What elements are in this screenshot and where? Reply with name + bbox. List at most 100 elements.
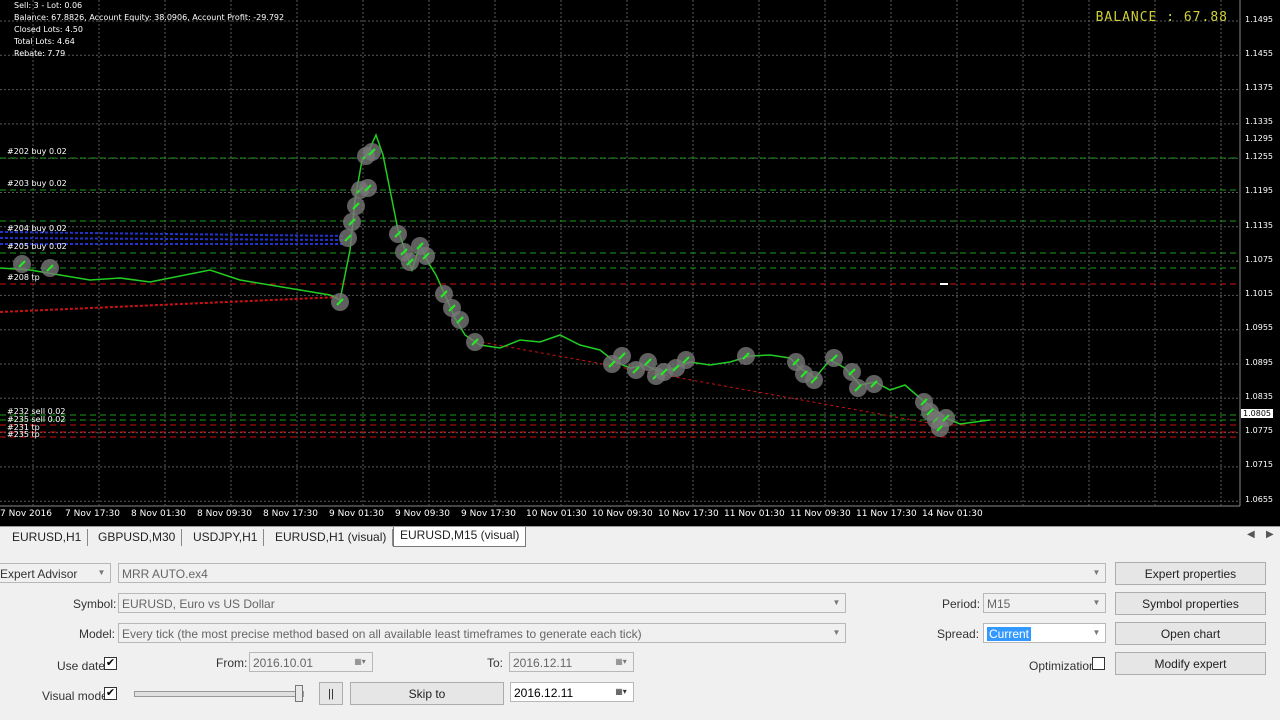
tester-type-value: Expert Advisor bbox=[0, 567, 78, 581]
visual-mode-checkbox[interactable]: ✔ bbox=[104, 687, 117, 700]
model-label: Model: bbox=[79, 627, 116, 641]
chevron-down-icon: ▼ bbox=[832, 628, 841, 637]
period-select[interactable]: M15 ▼ bbox=[983, 593, 1106, 613]
skip-to-date-field[interactable]: 2016.12.11 ▦▾ bbox=[510, 682, 634, 702]
tab-eurusd-m15-visual[interactable]: EURUSD,M15 (visual) bbox=[393, 527, 527, 547]
price-axis-label: 1.1375 bbox=[1245, 83, 1273, 92]
tab-eurusd-h1-visual[interactable]: EURUSD,H1 (visual) bbox=[269, 529, 394, 546]
time-axis-label: 14 Nov 01:30 bbox=[922, 509, 983, 519]
price-axis-label: 1.1015 bbox=[1245, 289, 1273, 298]
balance-readout: BALANCE : 67.88 bbox=[1095, 10, 1228, 25]
calendar-icon[interactable]: ▦▾ bbox=[610, 654, 632, 670]
time-axis-label: 11 Nov 17:30 bbox=[856, 509, 917, 519]
tab-gbpusd-m30[interactable]: GBPUSD,M30 bbox=[92, 529, 183, 546]
to-date-value: 2016.12.11 bbox=[513, 656, 573, 670]
price-axis-label: 1.1495 bbox=[1245, 15, 1273, 24]
trend-line bbox=[0, 296, 341, 313]
symbol-properties-button[interactable]: Symbol properties bbox=[1115, 592, 1266, 615]
spread-label: Spread: bbox=[937, 627, 980, 641]
from-date-field[interactable]: 2016.10.01 ▦▾ bbox=[249, 652, 373, 672]
tab-scroll-left-icon[interactable]: ◀ bbox=[1247, 529, 1255, 540]
time-axis-label: 10 Nov 01:30 bbox=[526, 509, 587, 519]
from-date-value: 2016.10.01 bbox=[253, 656, 314, 670]
time-axis-label: 9 Nov 01:30 bbox=[329, 509, 384, 519]
time-axis-label: 8 Nov 01:30 bbox=[131, 509, 186, 519]
tab-eurusd-h1[interactable]: EURUSD,H1 bbox=[6, 529, 89, 546]
use-date-checkbox[interactable]: ✔ bbox=[104, 657, 117, 670]
info-line: Closed Lots: 4.50 bbox=[14, 25, 83, 34]
symbol-label: Symbol: bbox=[73, 597, 117, 611]
optimization-label: Optimization bbox=[1029, 659, 1096, 673]
symbol-value: EURUSD, Euro vs US Dollar bbox=[122, 597, 275, 611]
price-axis-label: 1.1455 bbox=[1245, 49, 1273, 58]
price-axis-label: 1.0715 bbox=[1245, 460, 1273, 469]
price-axis-label: 1.1075 bbox=[1245, 255, 1273, 264]
chevron-down-icon: ▼ bbox=[832, 598, 841, 607]
info-line: Total Lots: 4.64 bbox=[14, 37, 75, 46]
time-axis-label: 11 Nov 09:30 bbox=[790, 509, 851, 519]
price-axis-label: 1.0895 bbox=[1245, 358, 1273, 367]
current-price-label: 1.0805 bbox=[1241, 409, 1273, 418]
order-label: #202 buy 0.02 bbox=[7, 147, 67, 156]
expert-properties-button[interactable]: Expert properties bbox=[1115, 562, 1266, 585]
use-date-label: Use date bbox=[57, 659, 106, 673]
price-axis-label: 1.0655 bbox=[1245, 495, 1273, 504]
model-value: Every tick (the most precise method base… bbox=[122, 627, 642, 641]
open-chart-button[interactable]: Open chart bbox=[1115, 622, 1266, 645]
time-axis-label: 7 Nov 2016 bbox=[0, 509, 52, 519]
account-info: Sell: 3 - Lot: 0.06 Balance: 67.8826, Ac… bbox=[14, 0, 284, 60]
time-axis-label: 8 Nov 17:30 bbox=[263, 509, 318, 519]
order-label: #205 buy 0.02 bbox=[7, 242, 67, 251]
skip-to-date-value: 2016.12.11 bbox=[514, 686, 574, 700]
info-line: Sell: 3 - Lot: 0.06 bbox=[14, 1, 83, 10]
period-value: M15 bbox=[987, 597, 1011, 611]
price-tick-marker bbox=[940, 283, 948, 285]
calendar-icon[interactable]: ▦▾ bbox=[610, 684, 632, 700]
to-label: To: bbox=[487, 656, 504, 670]
period-label: Period: bbox=[942, 597, 981, 611]
tester-type-select[interactable]: Expert Advisor ▼ bbox=[0, 563, 111, 583]
spread-value: Current bbox=[987, 627, 1032, 641]
time-axis-label: 10 Nov 17:30 bbox=[658, 509, 719, 519]
skip-to-button[interactable]: Skip to bbox=[350, 682, 504, 705]
expert-select[interactable]: MRR AUTO.ex4 ▼ bbox=[118, 563, 1106, 583]
pause-button[interactable]: || bbox=[319, 682, 343, 705]
to-date-field[interactable]: 2016.12.11 ▦▾ bbox=[509, 652, 634, 672]
chart-tabs: EURUSD,H1 GBPUSD,M30 USDJPY,H1 EURUSD,H1… bbox=[0, 526, 1280, 549]
price-axis-label: 1.1255 bbox=[1245, 152, 1273, 161]
order-label: #235 tp bbox=[7, 430, 40, 439]
tab-usdjpy-h1[interactable]: USDJPY,H1 bbox=[187, 529, 265, 546]
chevron-down-icon: ▼ bbox=[1092, 568, 1101, 577]
time-axis-label: 9 Nov 09:30 bbox=[395, 509, 450, 519]
order-label: #203 buy 0.02 bbox=[7, 179, 67, 188]
expert-value: MRR AUTO.ex4 bbox=[122, 567, 208, 581]
chart-canvas bbox=[0, 0, 1241, 507]
price-axis-label: 1.0835 bbox=[1245, 392, 1273, 401]
order-label: #204 buy 0.02 bbox=[7, 224, 67, 233]
chevron-down-icon: ▼ bbox=[1092, 628, 1101, 637]
spread-select[interactable]: Current ▼ bbox=[983, 623, 1106, 643]
time-axis-label: 10 Nov 09:30 bbox=[592, 509, 653, 519]
speed-slider-handle[interactable] bbox=[295, 685, 303, 702]
info-line: Rebate: 7.79 bbox=[14, 49, 66, 58]
symbol-select[interactable]: EURUSD, Euro vs US Dollar ▼ bbox=[118, 593, 846, 613]
info-line: Balance: 67.8826, Account Equity: 38.090… bbox=[14, 13, 285, 22]
calendar-icon[interactable]: ▦▾ bbox=[349, 654, 371, 670]
chevron-down-icon: ▼ bbox=[1092, 598, 1101, 607]
price-axis-label: 1.0775 bbox=[1245, 426, 1273, 435]
optimization-checkbox[interactable] bbox=[1092, 657, 1105, 670]
price-chart[interactable]: Sell: 3 - Lot: 0.06 Balance: 67.8826, Ac… bbox=[0, 0, 1280, 526]
speed-slider-track[interactable] bbox=[134, 691, 304, 697]
order-label: #208 tp bbox=[7, 273, 40, 282]
visual-mode-label: Visual mode bbox=[42, 689, 108, 703]
time-axis-label: 9 Nov 17:30 bbox=[461, 509, 516, 519]
model-select[interactable]: Every tick (the most precise method base… bbox=[118, 623, 846, 643]
tab-scroll-right-icon[interactable]: ▶ bbox=[1266, 529, 1274, 540]
modify-expert-button[interactable]: Modify expert bbox=[1115, 652, 1266, 675]
from-label: From: bbox=[216, 656, 248, 670]
price-axis-label: 1.1295 bbox=[1245, 134, 1273, 143]
price-axis-label: 1.1195 bbox=[1245, 186, 1273, 195]
time-axis-label: 8 Nov 09:30 bbox=[197, 509, 252, 519]
price-axis-label: 1.0955 bbox=[1245, 323, 1273, 332]
price-axis-label: 1.1335 bbox=[1245, 117, 1273, 126]
